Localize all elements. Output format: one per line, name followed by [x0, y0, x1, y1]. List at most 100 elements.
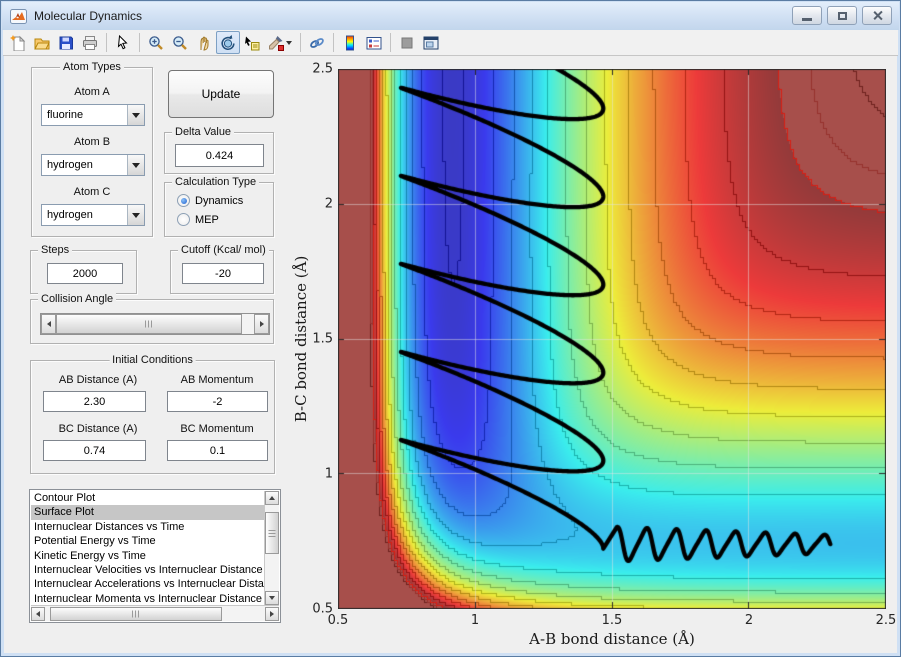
atom-c-dropdown[interactable]: hydrogen [41, 204, 145, 226]
vscroll-down-arrow[interactable] [265, 591, 279, 605]
delta-value-field[interactable] [175, 144, 264, 167]
right-arrow-icon [259, 321, 264, 327]
hide-plot-tools-icon [401, 37, 413, 48]
bc-distance-label: BC Distance (A) [58, 423, 138, 435]
cursor-arrow-button[interactable] [111, 31, 135, 54]
initial-conditions-panel: Initial Conditions AB Distance (A) AB Mo… [30, 354, 275, 474]
link-plots-icon [310, 37, 324, 48]
steps-panel: Steps [30, 244, 137, 294]
y-tick: 2 [324, 196, 333, 212]
show-plot-tools-button[interactable] [419, 31, 443, 54]
pan-hand-button[interactable] [192, 31, 216, 54]
matlab-icon [10, 8, 27, 24]
y-tick: 1.5 [312, 331, 333, 347]
slider-left-arrow[interactable] [41, 314, 56, 334]
x-tick: 2 [744, 613, 754, 628]
minimize-button[interactable] [792, 6, 822, 25]
title-bar[interactable]: Molecular Dynamics [2, 2, 899, 30]
atom-c-dropdown-arrow-icon[interactable] [127, 205, 144, 225]
slider-thumb[interactable] [56, 314, 242, 334]
plot-type-item[interactable]: Internuclear Distances vs Time [31, 520, 264, 534]
x-tick: 1.5 [601, 613, 623, 628]
hscroll-right-arrow[interactable] [265, 607, 279, 621]
ab-distance-field[interactable] [43, 391, 146, 412]
vscroll-up-arrow[interactable] [265, 491, 279, 505]
collision-angle-slider[interactable] [40, 313, 270, 335]
right-arrow-icon [270, 611, 274, 617]
ab-momentum-field[interactable] [167, 391, 268, 412]
zoom-out-button[interactable] [168, 31, 192, 54]
hide-plot-tools-button[interactable] [395, 31, 419, 54]
y-tick: 1 [324, 466, 333, 482]
close-icon [872, 10, 883, 21]
new-file-button[interactable] [6, 31, 30, 54]
collision-angle-title: Collision Angle [38, 293, 117, 305]
insert-colorbar-button[interactable] [338, 31, 362, 54]
data-cursor-button[interactable] [240, 31, 264, 54]
cutoff-field[interactable] [182, 263, 264, 284]
save-figure-button[interactable] [54, 31, 78, 54]
plot-type-listbox[interactable]: Contour Plot Surface Plot Internuclear Dis… [29, 489, 281, 623]
dynamics-radio[interactable]: Dynamics [177, 194, 243, 207]
mep-radio-icon[interactable] [177, 213, 190, 226]
atom-c-value: hydrogen [47, 209, 93, 221]
x-tick: 2.5 [875, 613, 897, 628]
dropdown-caret-icon[interactable] [286, 40, 292, 45]
print-figure-button[interactable] [78, 31, 102, 54]
left-arrow-icon [46, 321, 51, 327]
pes-contour-plot[interactable] [338, 69, 886, 609]
down-arrow-icon [269, 596, 275, 600]
steps-field[interactable] [47, 263, 123, 284]
open-file-button[interactable] [30, 31, 54, 54]
atom-b-label: Atom B [73, 136, 111, 148]
slider-right-arrow[interactable] [254, 314, 269, 334]
zoom-in-button[interactable] [144, 31, 168, 54]
app-window: Molecular Dynamics Atom Types Atom A flu… [0, 0, 901, 657]
figure-toolbar [3, 30, 898, 75]
mep-radio[interactable]: MEP [177, 213, 219, 226]
data-cursor-icon [245, 36, 260, 50]
x-tick: 1 [470, 613, 480, 628]
maximize-button[interactable] [827, 6, 857, 25]
plot-type-item[interactable]: Surface Plot [31, 505, 264, 520]
dynamics-radio-icon[interactable] [177, 194, 190, 207]
collision-angle-panel: Collision Angle [30, 293, 274, 344]
toolbar-separator [139, 33, 140, 52]
insert-legend-button[interactable] [362, 31, 386, 54]
plot-type-item[interactable]: Potential Energy vs Time [31, 534, 264, 548]
close-button[interactable] [862, 6, 892, 25]
calculation-type-title: Calculation Type [172, 176, 260, 188]
dynamics-radio-label: Dynamics [195, 194, 244, 207]
atom-a-dropdown[interactable]: fluorine [41, 104, 145, 126]
hscroll-thumb[interactable] [50, 607, 222, 621]
plot-type-item[interactable]: Kinetic Energy vs Time [31, 549, 264, 563]
plot-type-item[interactable]: Internuclear Velocities vs Internuclear … [31, 563, 264, 577]
left-arrow-icon [36, 611, 40, 617]
plot-type-item[interactable]: Contour Plot [31, 491, 264, 505]
atom-a-dropdown-arrow-icon[interactable] [127, 105, 144, 125]
print-figure-icon [83, 35, 97, 50]
atom-b-dropdown[interactable]: hydrogen [41, 154, 145, 176]
toolbar-separator [333, 33, 334, 52]
zoom-in-icon [149, 35, 163, 50]
brush-button[interactable] [264, 31, 296, 54]
bc-momentum-field[interactable] [167, 440, 268, 461]
atom-b-dropdown-arrow-icon[interactable] [127, 155, 144, 175]
delta-value-panel: Delta Value [164, 126, 274, 174]
link-plots-button[interactable] [305, 31, 329, 54]
plot-type-item[interactable]: Internuclear Momenta vs Internuclear Dis… [31, 592, 264, 605]
rotate-3d-button[interactable] [216, 31, 240, 54]
cutoff-title: Cutoff (Kcal/ mol) [178, 244, 269, 256]
window-title: Molecular Dynamics [34, 9, 143, 23]
toolbar-separator [390, 33, 391, 52]
ab-momentum-label: AB Momentum [180, 374, 254, 386]
update-button[interactable]: Update [168, 70, 274, 118]
plot-type-item[interactable]: Internuclear Accelerations vs Internucle… [31, 577, 264, 591]
insert-legend-icon [366, 36, 382, 49]
listbox-vscrollbar[interactable] [264, 491, 279, 605]
vscroll-thumb[interactable] [265, 512, 279, 554]
listbox-hscrollbar[interactable] [31, 605, 279, 621]
bc-momentum-label: BC Momentum [180, 423, 254, 435]
hscroll-left-arrow[interactable] [31, 607, 45, 621]
bc-distance-field[interactable] [43, 440, 146, 461]
